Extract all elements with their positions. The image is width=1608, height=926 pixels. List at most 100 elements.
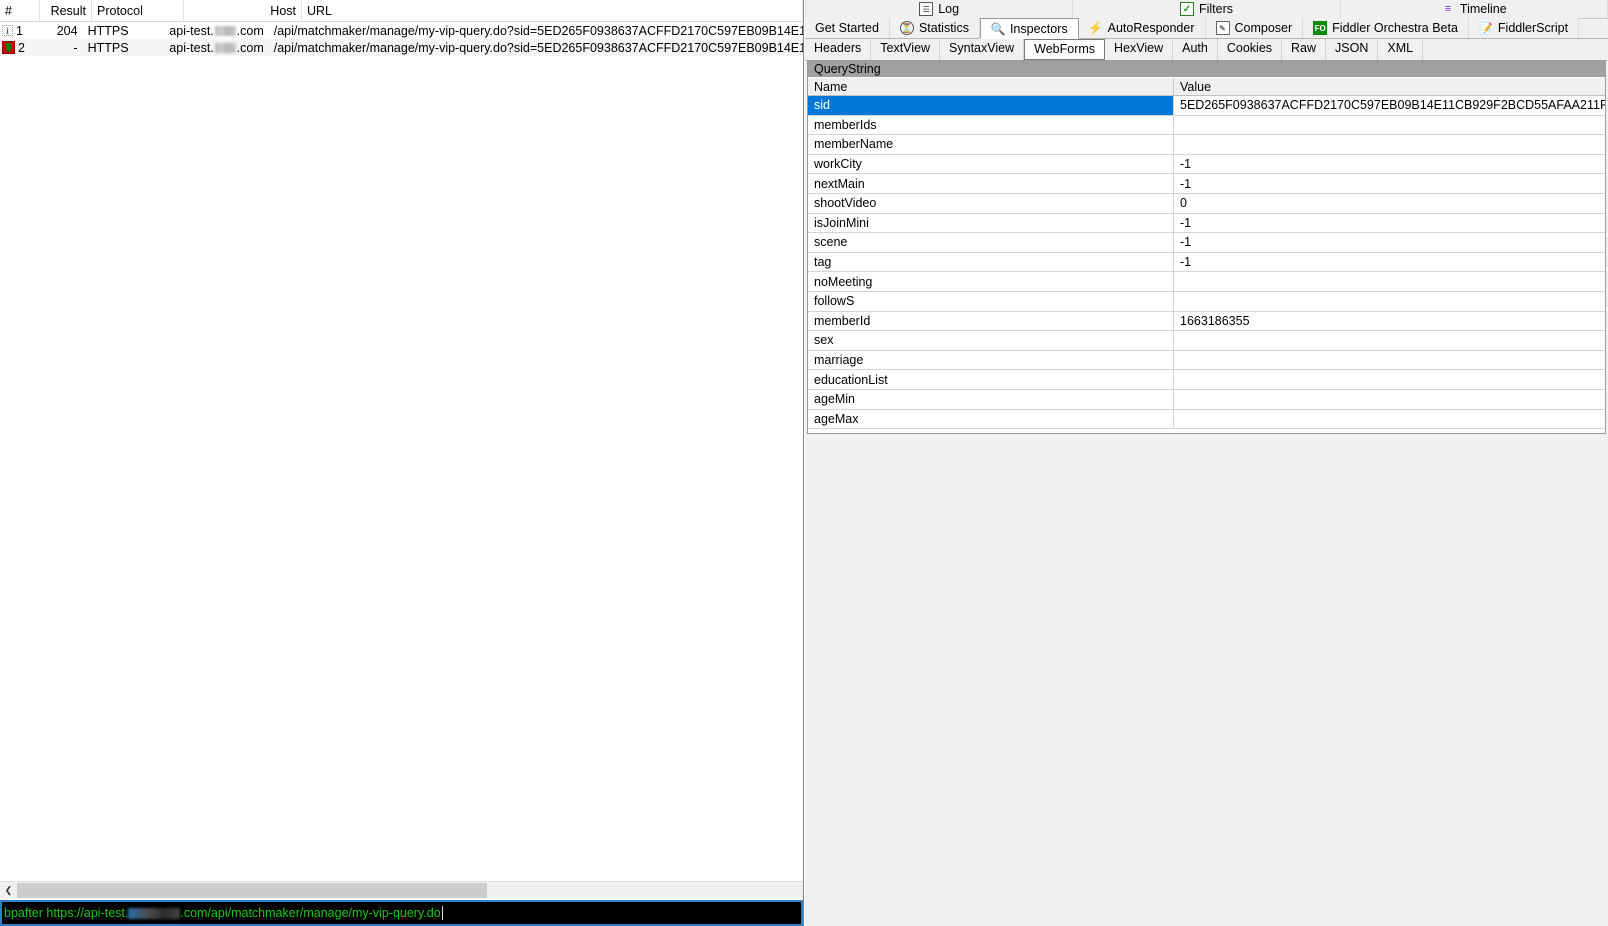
param-value[interactable] xyxy=(1174,272,1605,291)
param-value[interactable]: 5ED265F0938637ACFFD2170C597EB09B14E11CB9… xyxy=(1174,96,1605,115)
param-name: shootVideo xyxy=(808,193,1174,213)
querystring-row-memberId[interactable]: memberId 1663186355 xyxy=(808,311,1605,332)
session-row-2[interactable]: 2 - HTTPS api-test. .com /api/matchmaker/… xyxy=(0,39,803,56)
param-value[interactable]: -1 xyxy=(1174,253,1605,272)
param-value[interactable]: 0 xyxy=(1174,194,1605,213)
param-value[interactable]: -1 xyxy=(1174,155,1605,174)
subtab-syntaxview[interactable]: SyntaxView xyxy=(940,39,1025,60)
tab-label: Statistics xyxy=(918,21,969,35)
subtab-headers[interactable]: Headers xyxy=(805,39,872,60)
tab-fiddler-orchestra[interactable]: FO Fiddler Orchestra Beta xyxy=(1303,18,1469,38)
subtab-textview[interactable]: TextView xyxy=(871,39,941,60)
scroll-left-icon[interactable]: ❮ xyxy=(0,882,17,899)
statistics-icon: ⏳ xyxy=(899,21,914,35)
subtab-auth[interactable]: Auth xyxy=(1173,39,1218,60)
param-name: memberIds xyxy=(808,115,1174,135)
param-value[interactable] xyxy=(1174,116,1605,135)
sessions-column-headers: # Result Protocol Host URL xyxy=(0,0,803,22)
querystring-row-memberIds[interactable]: memberIds xyxy=(808,115,1605,136)
redaction-blur xyxy=(214,25,236,36)
tab-label: Log xyxy=(938,2,960,16)
querystring-row-isJoinMini[interactable]: isJoinMini -1 xyxy=(808,213,1605,234)
querystring-section-title: QueryString xyxy=(808,61,1605,78)
param-value[interactable] xyxy=(1174,370,1605,389)
param-name: workCity xyxy=(808,154,1174,174)
tab-timeline[interactable]: ≡ Timeline xyxy=(1340,0,1608,18)
subtab-cookies[interactable]: Cookies xyxy=(1218,39,1283,60)
param-name: followS xyxy=(808,291,1174,311)
quickexec-command-box[interactable]: bpafter https://api-test. .com/api/matchm… xyxy=(0,900,803,926)
querystring-row-sex[interactable]: sex xyxy=(808,331,1605,351)
tab-fiddlerscript[interactable]: 📝 FiddlerScript xyxy=(1468,18,1580,38)
column-header-host[interactable]: Host xyxy=(184,0,302,21)
tab-label: Fiddler Orchestra Beta xyxy=(1332,21,1458,35)
param-name: noMeeting xyxy=(808,272,1174,291)
tab-label: Timeline xyxy=(1459,2,1507,16)
subtab-xml[interactable]: XML xyxy=(1378,39,1424,60)
session-url: /api/matchmaker/manage/my-vip-query.do?s… xyxy=(273,23,803,38)
querystring-row-sid[interactable]: sid 5ED265F0938637ACFFD2170C597EB09B14E1… xyxy=(808,96,1605,116)
tab-inspectors[interactable]: 🔍 Inspectors xyxy=(979,18,1079,39)
param-value[interactable] xyxy=(1174,135,1605,154)
session-host: api-test. .com xyxy=(169,23,264,38)
autoresponder-icon: ⚡ xyxy=(1088,21,1104,35)
querystring-row-followS[interactable]: followS xyxy=(808,291,1605,312)
subtab-raw[interactable]: Raw xyxy=(1282,39,1327,60)
param-value[interactable]: -1 xyxy=(1174,174,1605,193)
timeline-icon: ≡ xyxy=(1444,3,1452,15)
webforms-panel: QueryString Name Value sid 5ED265F093863… xyxy=(807,60,1606,434)
column-header-url[interactable]: URL xyxy=(302,0,803,21)
subtab-hexview[interactable]: HexView xyxy=(1105,39,1174,60)
param-value[interactable]: -1 xyxy=(1174,233,1605,252)
scrollbar-thumb[interactable] xyxy=(17,882,487,898)
param-value[interactable] xyxy=(1174,292,1605,311)
querystring-row-tag[interactable]: tag -1 xyxy=(808,252,1605,273)
querystring-grid: Name Value sid 5ED265F0938637ACFFD2170C5… xyxy=(808,78,1605,433)
fiddler-window: # Result Protocol Host URL i 1 204 HTTPS… xyxy=(0,0,1608,926)
column-header-number[interactable]: # xyxy=(0,0,40,21)
querystring-row-workCity[interactable]: workCity -1 xyxy=(808,154,1605,175)
param-value[interactable] xyxy=(1174,410,1605,429)
param-name: scene xyxy=(808,233,1174,252)
column-header-result[interactable]: Result xyxy=(40,0,92,21)
querystring-row-memberName[interactable]: memberName xyxy=(808,135,1605,155)
column-header-name[interactable]: Name xyxy=(808,78,1174,95)
param-name: educationList xyxy=(808,370,1174,389)
tab-autoresponder[interactable]: ⚡ AutoResponder xyxy=(1078,18,1206,38)
param-value[interactable]: -1 xyxy=(1174,214,1605,233)
tab-label: Composer xyxy=(1234,21,1293,35)
querystring-row-scene[interactable]: scene -1 xyxy=(808,233,1605,253)
sessions-horizontal-scrollbar[interactable]: ❮ xyxy=(0,881,803,898)
tab-log[interactable]: ☰ Log xyxy=(805,0,1074,18)
param-name: tag xyxy=(808,252,1174,272)
subtab-json[interactable]: JSON xyxy=(1326,39,1379,60)
param-name: ageMin xyxy=(808,389,1174,409)
request-subtabbar: Headers TextView SyntaxView WebForms Hex… xyxy=(805,39,1608,61)
column-header-value[interactable]: Value xyxy=(1174,78,1605,95)
param-name: memberName xyxy=(808,135,1174,154)
querystring-row-shootVideo[interactable]: shootVideo 0 xyxy=(808,193,1605,214)
subtab-webforms[interactable]: WebForms xyxy=(1024,39,1106,60)
tab-statistics[interactable]: ⏳ Statistics xyxy=(889,18,980,38)
tab-label: AutoResponder xyxy=(1107,21,1195,35)
quickexec-text: bpafter https://api-test. .com/api/matchm… xyxy=(4,906,441,920)
tab-filters[interactable]: ✓ Filters xyxy=(1073,0,1341,18)
tab-label: Filters xyxy=(1198,2,1233,16)
tab-get-started[interactable]: Get Started xyxy=(805,18,890,38)
param-value[interactable] xyxy=(1174,351,1605,370)
querystring-row-educationList[interactable]: educationList xyxy=(808,370,1605,390)
querystring-row-nextMain[interactable]: nextMain -1 xyxy=(808,174,1605,194)
session-row-1[interactable]: i 1 204 HTTPS api-test. .com /api/matchma… xyxy=(0,22,803,39)
querystring-row-marriage[interactable]: marriage xyxy=(808,350,1605,371)
column-header-protocol[interactable]: Protocol xyxy=(92,0,184,21)
param-value[interactable] xyxy=(1174,390,1605,409)
param-value[interactable]: 1663186355 xyxy=(1174,312,1605,331)
tab-composer[interactable]: ✎ Composer xyxy=(1205,18,1304,38)
querystring-row-ageMin[interactable]: ageMin xyxy=(808,389,1605,410)
param-value[interactable] xyxy=(1174,331,1605,350)
querystring-row-noMeeting[interactable]: noMeeting xyxy=(808,272,1605,292)
breakpoint-icon xyxy=(2,41,15,54)
session-number: 1 xyxy=(16,23,23,38)
main-tabbar: Get Started ⏳ Statistics 🔍 Inspectors ⚡ … xyxy=(805,18,1608,39)
querystring-row-ageMax[interactable]: ageMax xyxy=(808,409,1605,430)
